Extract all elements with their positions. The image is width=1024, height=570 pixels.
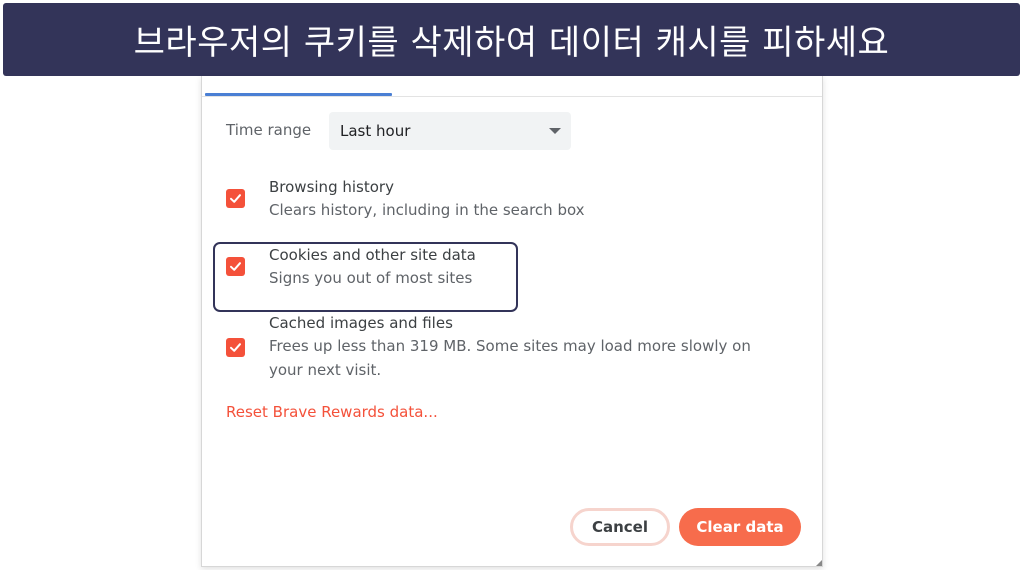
time-range-select[interactable]: Last hour [329, 112, 571, 150]
clear-data-button[interactable]: Clear data [679, 508, 801, 546]
checkmark-icon [230, 343, 241, 352]
cancel-button[interactable]: Cancel [570, 508, 670, 546]
checkmark-icon [230, 262, 241, 271]
cookies-title: Cookies and other site data [269, 246, 476, 264]
clear-data-button-label: Clear data [696, 518, 784, 536]
browsing-history-checkbox[interactable] [226, 189, 245, 208]
browsing-history-subtitle: Clears history, including in the search … [269, 201, 585, 219]
cached-images-title: Cached images and files [269, 314, 453, 332]
cookies-checkbox[interactable] [226, 257, 245, 276]
time-range-label: Time range [226, 121, 312, 139]
cached-images-subtitle-line2: your next visit. [269, 361, 382, 379]
cancel-button-label: Cancel [591, 518, 648, 536]
cookies-subtitle: Signs you out of most sites [269, 269, 473, 287]
time-range-value: Last hour [340, 122, 411, 140]
cached-images-checkbox[interactable] [226, 338, 245, 357]
reset-rewards-link[interactable]: Reset Brave Rewards data... [226, 403, 438, 421]
browsing-history-title: Browsing history [269, 178, 394, 196]
caption-banner: 브라우저의 쿠키를 삭제하여 데이터 캐시를 피하세요 [3, 3, 1020, 76]
cached-images-subtitle-line1: Frees up less than 319 MB. Some sites ma… [269, 337, 751, 355]
dropdown-caret-icon [549, 128, 561, 134]
tab-divider [202, 96, 822, 97]
caption-title: 브라우저의 쿠키를 삭제하여 데이터 캐시를 피하세요 [133, 23, 890, 63]
resize-grip-icon[interactable] [816, 560, 822, 566]
clear-browsing-data-dialog: Time range Last hour Browsing history Cl… [201, 76, 823, 567]
checkmark-icon [230, 194, 241, 203]
